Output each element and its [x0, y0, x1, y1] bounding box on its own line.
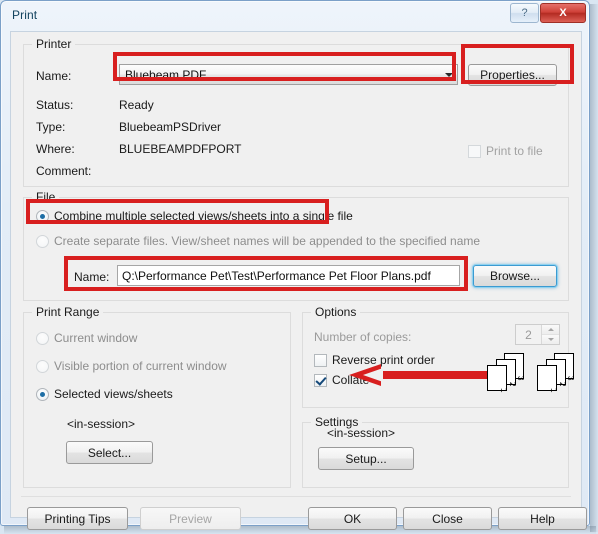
- svg-text:3: 3: [566, 376, 575, 381]
- help-icon[interactable]: ?: [510, 3, 539, 23]
- print-dialog-window: Print ? X Printer Name: Bluebeam PDF Pro…: [0, 0, 590, 530]
- svg-text:1: 1: [549, 388, 558, 393]
- radio-visible-portion-label: Visible portion of current window: [54, 359, 227, 373]
- printer-group-title: Printer: [32, 37, 76, 51]
- printer-comment-label: Comment:: [36, 164, 92, 178]
- stepper-up-icon[interactable]: [542, 325, 559, 335]
- printer-name-label: Name:: [36, 69, 72, 83]
- close-icon[interactable]: X: [540, 3, 586, 23]
- radio-combine-single-file[interactable]: Combine multiple selected views/sheets i…: [36, 209, 353, 223]
- help-button[interactable]: Help: [498, 507, 587, 530]
- radio-create-separate-files[interactable]: Create separate files. View/sheet names …: [36, 234, 480, 248]
- select-button[interactable]: Select...: [66, 441, 153, 464]
- stepper-down-icon[interactable]: [542, 335, 559, 344]
- printer-where-label: Where:: [36, 142, 75, 156]
- chevron-down-icon: [440, 72, 457, 77]
- printer-name-value: Bluebeam PDF: [125, 67, 207, 82]
- radio-separate-indicator: [36, 234, 49, 248]
- window-title: Print: [12, 8, 38, 22]
- radio-current-window-indicator: [36, 331, 49, 345]
- printer-where-value: BLUEBEAMPDFPORT: [119, 142, 242, 156]
- radio-selected-views-sheets[interactable]: Selected views/sheets: [36, 387, 173, 401]
- radio-visible-portion[interactable]: Visible portion of current window: [36, 359, 227, 373]
- radio-selected-views-indicator: [36, 387, 49, 401]
- page-stack-icon: 3 2 1: [487, 353, 525, 393]
- print-dialog-screenshot: Print ? X Printer Name: Bluebeam PDF Pro…: [0, 0, 598, 534]
- radio-selected-views-label: Selected views/sheets: [54, 387, 173, 401]
- title-bar: Print ? X: [1, 1, 589, 31]
- collate-preview-stack-2: 3 2 1: [534, 351, 582, 398]
- printer-type-label: Type:: [36, 120, 66, 134]
- preview-button: Preview: [140, 507, 241, 530]
- printing-tips-button[interactable]: Printing Tips: [27, 507, 128, 530]
- printer-status-label: Status:: [36, 98, 74, 112]
- copies-stepper-buttons: [541, 325, 559, 344]
- footer-divider: [21, 496, 571, 497]
- radio-current-window-label: Current window: [54, 331, 138, 345]
- reverse-print-order-box: [314, 353, 327, 367]
- reverse-print-order-label: Reverse print order: [332, 353, 435, 367]
- collate-label: Collate: [332, 373, 370, 387]
- file-group-title: File: [32, 190, 60, 204]
- ok-button[interactable]: OK: [308, 507, 397, 530]
- printer-status-value: Ready: [119, 98, 154, 112]
- print-to-file-checkbox-box: [468, 144, 481, 158]
- file-name-input[interactable]: Q:\Performance Pet\Test\Performance Pet …: [117, 265, 460, 286]
- dialog-client-area: Printer Name: Bluebeam PDF Properties...…: [10, 31, 587, 530]
- options-group-title: Options: [311, 305, 361, 319]
- collate-preview-stack-1: 3 2 1: [484, 351, 532, 398]
- settings-session-label: <in-session>: [327, 426, 396, 440]
- svg-text:2: 2: [508, 382, 517, 387]
- setup-button[interactable]: Setup...: [318, 447, 414, 470]
- print-range-group-title: Print Range: [32, 305, 104, 319]
- copies-label: Number of copies:: [314, 330, 412, 344]
- radio-combine-indicator: [36, 209, 49, 223]
- svg-text:2: 2: [558, 382, 567, 387]
- radio-visible-portion-indicator: [36, 359, 49, 373]
- collate-checkbox[interactable]: Collate: [314, 373, 369, 387]
- caption-button-group: ? X: [510, 3, 586, 23]
- printer-name-combo[interactable]: Bluebeam PDF: [119, 64, 458, 85]
- copies-value: 2: [525, 327, 532, 342]
- radio-combine-label: Combine multiple selected views/sheets i…: [54, 209, 353, 223]
- browse-button[interactable]: Browse...: [473, 265, 557, 287]
- svg-text:1: 1: [499, 388, 508, 393]
- print-to-file-label: Print to file: [486, 144, 543, 158]
- file-name-label: Name:: [74, 270, 110, 284]
- window-shadow-right: [590, 4, 598, 532]
- radio-separate-label: Create separate files. View/sheet names …: [54, 234, 481, 248]
- print-to-file-checkbox[interactable]: Print to file: [468, 144, 543, 158]
- copies-stepper[interactable]: 2: [515, 324, 560, 345]
- svg-text:3: 3: [516, 376, 525, 381]
- properties-button[interactable]: Properties...: [468, 64, 557, 86]
- collate-checkbox-box: [314, 373, 327, 387]
- page-stack-icon: 3 2 1: [537, 353, 575, 393]
- printer-type-value: BluebeamPSDriver: [119, 120, 222, 134]
- close-button[interactable]: Close: [403, 507, 492, 530]
- print-range-session-label: <in-session>: [67, 417, 136, 431]
- reverse-print-order-checkbox[interactable]: Reverse print order: [314, 353, 435, 367]
- radio-current-window[interactable]: Current window: [36, 331, 137, 345]
